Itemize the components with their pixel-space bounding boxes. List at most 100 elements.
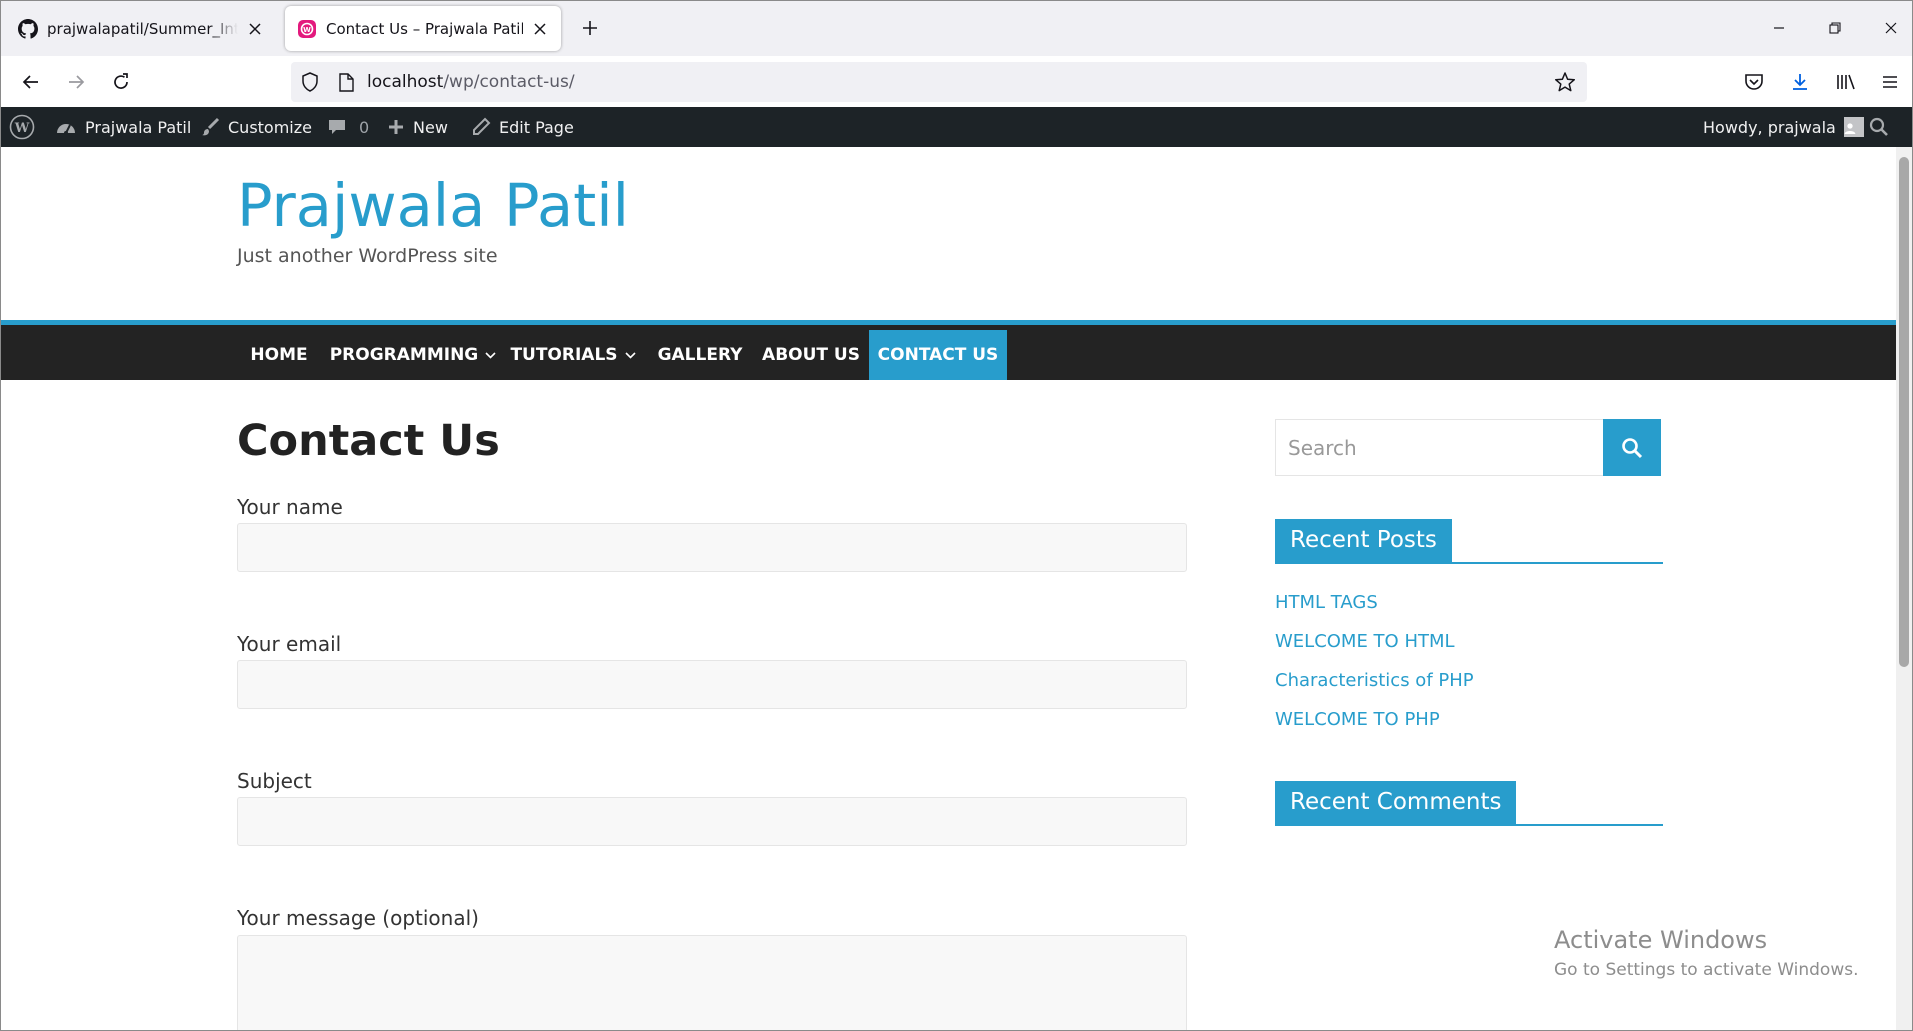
page-info-icon[interactable]: [335, 71, 357, 93]
edit-page-label: Edit Page: [499, 117, 574, 137]
search-button[interactable]: [1603, 419, 1661, 476]
browser-window: prajwalapatil/Summer_Internship W Contac…: [0, 0, 1913, 1031]
back-arrow-icon: [22, 75, 38, 89]
shield-icon[interactable]: [299, 71, 321, 93]
plus-icon: [389, 120, 403, 134]
menu-item-home[interactable]: HOME: [239, 330, 319, 380]
recent-post-link[interactable]: WELCOME TO PHP: [1275, 709, 1440, 730]
name-field[interactable]: [237, 523, 1187, 572]
email-field[interactable]: [237, 660, 1187, 709]
menu-button[interactable]: [1873, 66, 1907, 98]
brush-icon: [202, 117, 220, 136]
recent-post-link[interactable]: Characteristics of PHP: [1275, 670, 1474, 691]
watermark-subtitle: Go to Settings to activate Windows.: [1554, 960, 1859, 980]
recent-posts-heading: Recent Posts: [1275, 519, 1663, 564]
tab-strip: prajwalapatil/Summer_Internship W Contac…: [1, 1, 1912, 56]
wordpress-logo-icon: W: [9, 114, 35, 140]
adminbar-comments[interactable]: 0: [327, 107, 369, 147]
chevron-down-icon: [624, 351, 636, 359]
forward-arrow-icon: [69, 75, 85, 89]
url-host: localhost: [367, 72, 444, 92]
tab-title: prajwalapatil/Summer_Internship: [47, 19, 238, 38]
downloads-button[interactable]: [1783, 66, 1817, 98]
dashboard-icon: [57, 124, 75, 135]
message-label: Your message (optional): [237, 906, 479, 930]
svg-text:W: W: [14, 121, 30, 136]
avatar: [1843, 117, 1864, 137]
site-name-label: Prajwala Patil: [85, 117, 192, 137]
new-label: New: [413, 117, 448, 137]
pocket-icon: [1745, 74, 1763, 90]
menu-label: CONTACT US: [877, 345, 999, 365]
close-tab-icon[interactable]: [246, 20, 264, 38]
nav-toolbar: localhost/wp/contact-us/: [1, 56, 1912, 107]
forward-button[interactable]: [59, 66, 93, 98]
download-icon: [1793, 74, 1807, 90]
svg-text:W: W: [303, 26, 311, 34]
wp-admin-bar: W Prajwala Patil Customize 0 New Edit Pa…: [1, 107, 1912, 147]
restore-button[interactable]: [1807, 9, 1863, 47]
subject-field[interactable]: [237, 797, 1187, 846]
page-title: Contact Us: [237, 416, 500, 466]
menu-item-contact-us[interactable]: CONTACT US: [869, 330, 1007, 380]
restore-icon: [1829, 22, 1841, 34]
adminbar-edit-page[interactable]: Edit Page: [471, 107, 574, 147]
adminbar-search[interactable]: [1869, 107, 1897, 147]
adminbar-account[interactable]: Howdy, prajwala: [1703, 107, 1864, 147]
recent-post-link[interactable]: WELCOME TO HTML: [1275, 631, 1455, 652]
search-input[interactable]: Search: [1275, 419, 1605, 476]
name-label: Your name: [237, 495, 343, 519]
close-tab-icon[interactable]: [531, 20, 549, 38]
activate-windows-watermark: Activate Windows Go to Settings to activ…: [1554, 926, 1859, 980]
site-description: Just another WordPress site: [237, 245, 498, 267]
adminbar-new[interactable]: New: [387, 107, 448, 147]
email-label: Your email: [237, 632, 342, 656]
back-button[interactable]: [14, 66, 48, 98]
plus-icon: [583, 21, 597, 35]
library-button[interactable]: [1829, 66, 1863, 98]
menu-label: TUTORIALS: [510, 345, 618, 365]
menu-item-about-us[interactable]: ABOUT US: [757, 330, 865, 380]
reload-button[interactable]: [104, 66, 138, 98]
search-placeholder: Search: [1288, 435, 1357, 460]
menu-item-programming[interactable]: PROGRAMMING: [321, 330, 505, 380]
menu-label: HOME: [250, 345, 308, 365]
menu-label: PROGRAMMING: [329, 345, 479, 365]
howdy-label: Howdy, prajwala: [1703, 117, 1836, 137]
recent-comments-heading: Recent Comments: [1275, 781, 1663, 826]
message-field[interactable]: [237, 935, 1187, 1030]
pocket-button[interactable]: [1737, 66, 1771, 98]
github-icon: [18, 18, 38, 39]
menu-item-tutorials[interactable]: TUTORIALS: [507, 330, 639, 380]
menu-item-gallery[interactable]: GALLERY: [646, 330, 754, 380]
customize-label: Customize: [228, 117, 312, 137]
site-title[interactable]: Prajwala Patil: [237, 171, 629, 240]
address-bar[interactable]: localhost/wp/contact-us/: [291, 62, 1587, 102]
url-path: /wp/contact-us/: [443, 72, 575, 92]
comments-count: 0: [359, 117, 370, 137]
recent-comments-title: Recent Comments: [1275, 781, 1517, 824]
new-tab-button[interactable]: [576, 14, 604, 42]
wp-logo-menu[interactable]: W: [9, 107, 43, 147]
adminbar-customize[interactable]: Customize: [200, 107, 312, 147]
search-icon: [1622, 437, 1643, 458]
close-window-button[interactable]: [1863, 9, 1912, 47]
tab-github[interactable]: prajwalapatil/Summer_Internship: [6, 6, 276, 51]
search-widget: Search: [1275, 419, 1661, 476]
reload-icon: [114, 73, 128, 89]
minimize-button[interactable]: [1751, 9, 1807, 47]
comment-icon: [329, 120, 345, 134]
search-icon: [1869, 117, 1888, 136]
bookmark-star-icon[interactable]: [1553, 70, 1577, 94]
subject-label: Subject: [237, 769, 312, 793]
primary-menu: HOME PROGRAMMING TUTORIALS GALLERY ABOUT…: [1, 320, 1898, 380]
menu-label: GALLERY: [657, 345, 743, 365]
close-icon: [1885, 22, 1897, 34]
tab-contact-us[interactable]: W Contact Us – Prajwala Patil: [285, 6, 561, 51]
page-scrollbar[interactable]: [1896, 147, 1912, 1030]
scrollbar-thumb[interactable]: [1899, 157, 1909, 667]
recent-post-link[interactable]: HTML TAGS: [1275, 592, 1378, 613]
url-text[interactable]: localhost/wp/contact-us/: [367, 72, 575, 92]
recent-posts-title: Recent Posts: [1275, 519, 1452, 562]
adminbar-site-name[interactable]: Prajwala Patil: [55, 107, 191, 147]
